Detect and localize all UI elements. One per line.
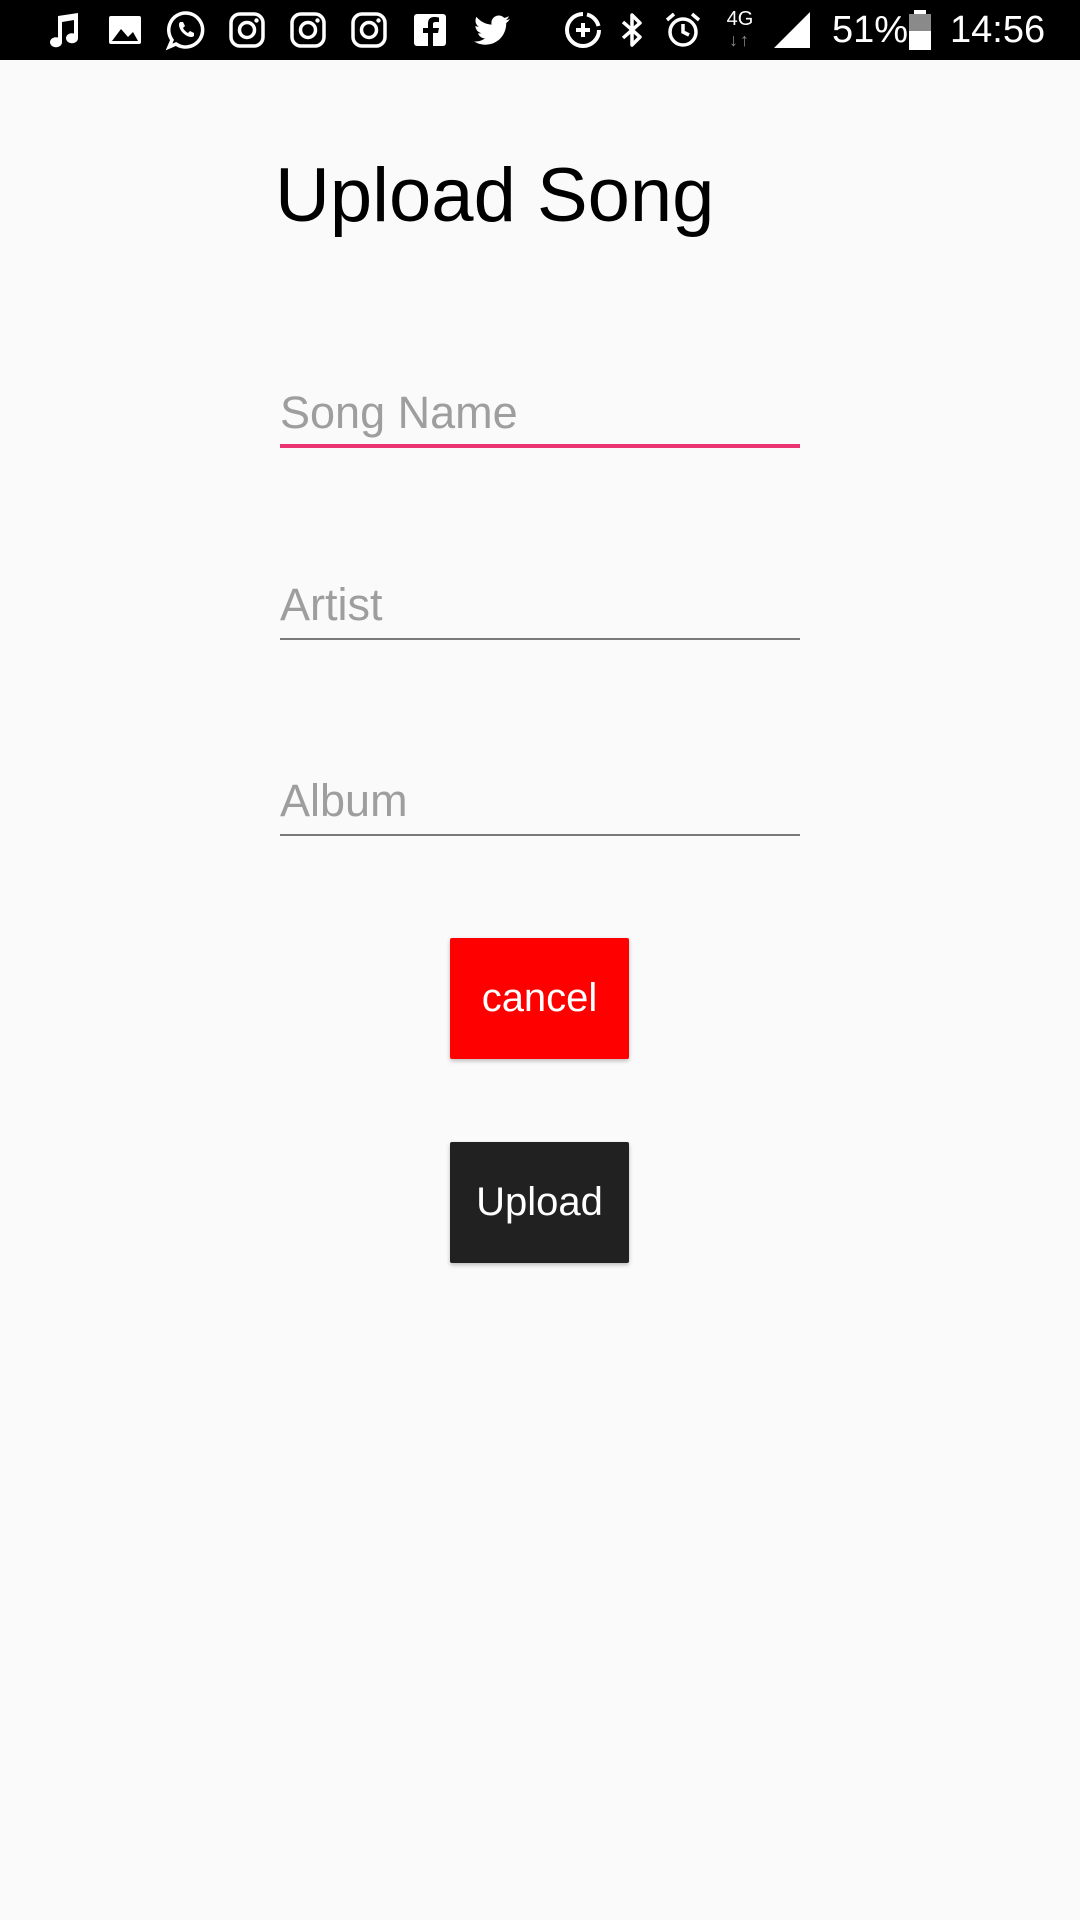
album-underline: [280, 834, 800, 836]
network-type-label: 4G: [726, 8, 754, 30]
artist-input[interactable]: [280, 570, 800, 640]
instagram-icon: [347, 8, 391, 52]
facebook-icon: [408, 8, 452, 52]
status-bar: 4G ↓↑ 51% 14:56: [0, 0, 1080, 60]
alarm-icon: [661, 8, 705, 52]
data-activity-icon: ↓↑: [729, 30, 751, 50]
instagram-icon: [286, 8, 330, 52]
battery-percent: 51%: [832, 9, 909, 51]
album-input[interactable]: [280, 766, 800, 836]
bluetooth-icon: [610, 8, 654, 52]
song-name-input[interactable]: [280, 378, 800, 448]
upload-button[interactable]: Upload: [450, 1142, 629, 1263]
data-saver-icon: [561, 8, 605, 52]
song-name-field[interactable]: [280, 378, 800, 448]
artist-field[interactable]: [280, 570, 800, 640]
signal-icon: [770, 8, 814, 52]
song-name-underline: [280, 444, 800, 448]
twitter-icon: [470, 8, 514, 52]
clock-time: 14:56: [950, 9, 1046, 51]
music-note-icon: [42, 8, 86, 52]
instagram-icon: [225, 8, 269, 52]
whatsapp-icon: [164, 8, 208, 52]
image-icon: [103, 8, 147, 52]
page-title: Upload Song: [275, 153, 715, 238]
network-type-indicator: 4G ↓↑: [722, 6, 758, 52]
battery-icon: [898, 8, 942, 52]
artist-underline: [280, 638, 800, 640]
album-field[interactable]: [280, 766, 800, 836]
cancel-button[interactable]: cancel: [450, 938, 629, 1059]
